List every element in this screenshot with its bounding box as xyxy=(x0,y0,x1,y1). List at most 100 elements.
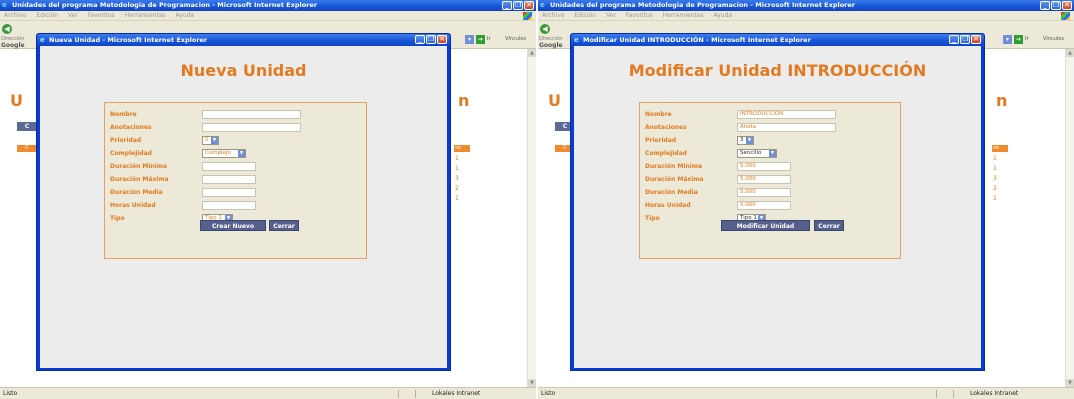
menu-edicion[interactable]: Edición xyxy=(36,12,58,19)
menu-ayuda[interactable]: Ayuda xyxy=(176,12,195,19)
label-duracion-minima: Duración Mínima xyxy=(110,163,168,170)
label-duracion-maxima: Duración Máxima xyxy=(110,176,169,183)
go-label[interactable]: Ir xyxy=(487,36,491,42)
menu-archivo[interactable]: Archivo xyxy=(4,12,26,19)
label-anotaciones: Anotaciones xyxy=(645,124,687,131)
close-button[interactable]: Cerrar xyxy=(269,220,299,231)
horas-unidad-input[interactable] xyxy=(202,201,256,210)
status-zone: Lokales Intranet xyxy=(970,390,1019,397)
menu-favoritos[interactable]: Favoritos xyxy=(88,12,115,19)
menu-herramientas[interactable]: Herramientas xyxy=(663,12,704,19)
minimize-icon[interactable]: _ xyxy=(415,35,425,44)
menu-ver[interactable]: Ver xyxy=(606,12,616,19)
bg-window-titlebar[interactable]: e Unidades del programa Metodologia de P… xyxy=(538,0,1074,11)
close-icon[interactable]: ✕ xyxy=(437,35,447,44)
popup-titlebar[interactable]: e Modificar Unidad INTRODUCCIÓN - Micros… xyxy=(571,34,984,46)
close-button[interactable]: Cerrar xyxy=(814,220,844,231)
complejidad-select[interactable]: Complejo ▼ xyxy=(202,149,246,158)
bg-button[interactable]: C xyxy=(17,122,37,131)
scroll-up-icon[interactable]: ▲ xyxy=(1066,49,1074,57)
menu-ver[interactable]: Ver xyxy=(68,12,78,19)
address-dropdown-icon[interactable]: ▾ xyxy=(1003,35,1012,44)
menu-herramientas[interactable]: Herramientas xyxy=(125,12,166,19)
windows-logo-icon xyxy=(1061,12,1070,20)
close-icon[interactable]: ✕ xyxy=(971,35,981,44)
popup-title: Modificar Unidad INTRODUCCIÓN - Microsof… xyxy=(583,36,811,44)
vertical-scrollbar[interactable]: ▲ ▼ xyxy=(1065,49,1074,387)
vertical-scrollbar[interactable]: ▲ ▼ xyxy=(527,49,536,387)
label-prioridad: Prioridad xyxy=(645,137,677,144)
anotaciones-input[interactable] xyxy=(202,123,301,132)
duracion-maxima-input[interactable] xyxy=(202,175,256,184)
screen-edit-unit: e Unidades del programa Metodologia de P… xyxy=(538,0,1074,399)
popup-window-new-unit: e Nueva Unidad - Microsoft Internet Expl… xyxy=(36,33,451,371)
links-label[interactable]: Vínculos xyxy=(505,36,526,42)
label-duracion-media: Duración Media xyxy=(110,189,163,196)
nombre-input[interactable]: INTRODUCCIÓN xyxy=(737,110,836,119)
bg-table-values: 1 1 3 2 1 xyxy=(993,155,997,202)
go-label[interactable]: Ir xyxy=(1025,36,1029,42)
anotaciones-input[interactable]: Anota xyxy=(737,123,836,132)
go-arrow-icon[interactable]: ➜ xyxy=(476,35,485,44)
chevron-down-icon[interactable]: ▼ xyxy=(769,150,776,157)
duracion-minima-input[interactable]: 5.000 xyxy=(737,162,791,171)
restore-icon[interactable]: ❐ xyxy=(960,35,970,44)
bg-table-header: C xyxy=(17,145,37,152)
nombre-input[interactable] xyxy=(202,110,301,119)
unit-form: Nombre Anotaciones Prioridad 0 ▼ Compleji… xyxy=(104,102,367,259)
menu-favoritos[interactable]: Favoritos xyxy=(626,12,653,19)
go-arrow-icon[interactable]: ➜ xyxy=(1014,35,1023,44)
menu-archivo[interactable]: Archivo xyxy=(542,12,564,19)
chevron-down-icon[interactable]: ▼ xyxy=(238,150,245,157)
scroll-down-icon[interactable]: ▼ xyxy=(1066,379,1074,387)
menu-edicion[interactable]: Edición xyxy=(574,12,596,19)
prioridad-select[interactable]: 0 ▼ xyxy=(202,136,219,145)
page-title: Modificar Unidad INTRODUCCIÓN xyxy=(628,61,927,80)
create-button[interactable]: Crear Nuevo xyxy=(200,220,266,231)
menu-ayuda[interactable]: Ayuda xyxy=(714,12,733,19)
label-horas-unidad: Horas Unidad xyxy=(645,202,691,209)
modify-button[interactable]: Modificar Unidad xyxy=(721,220,810,231)
chevron-down-icon[interactable]: ▼ xyxy=(746,137,753,144)
label-complejidad: Complejidad xyxy=(645,150,687,157)
minimize-icon[interactable]: _ xyxy=(1040,1,1050,10)
back-arrow-icon[interactable]: ◀ xyxy=(2,24,12,34)
duracion-maxima-input[interactable]: 5.000 xyxy=(737,175,791,184)
back-arrow-icon[interactable]: ◀ xyxy=(540,24,550,34)
windows-logo-icon xyxy=(523,12,532,20)
minimize-icon[interactable]: _ xyxy=(949,35,959,44)
chevron-down-icon[interactable]: ▼ xyxy=(211,137,218,144)
bg-window-titlebar[interactable]: e Unidades del programa Metodologia de P… xyxy=(0,0,536,11)
menu-bar: Archivo Edición Ver Favoritos Herramient… xyxy=(0,11,536,21)
minimize-icon[interactable]: _ xyxy=(502,1,512,10)
label-complejidad: Complejidad xyxy=(110,150,152,157)
restore-icon[interactable]: ❐ xyxy=(426,35,436,44)
ie-icon: e xyxy=(2,1,7,9)
duracion-media-input[interactable] xyxy=(202,188,256,197)
restore-icon[interactable]: ❐ xyxy=(513,1,523,10)
label-duracion-maxima: Duración Máxima xyxy=(645,176,704,183)
scroll-up-icon[interactable]: ▲ xyxy=(528,49,536,57)
label-duracion-media: Duración Media xyxy=(645,189,698,196)
bg-heading-fragment: U xyxy=(10,91,23,110)
label-tipo: Tipo xyxy=(110,215,125,222)
complejidad-select[interactable]: Sencillo ▼ xyxy=(737,149,777,158)
links-label[interactable]: Vínculos xyxy=(1043,36,1064,42)
address-dropdown-icon[interactable]: ▾ xyxy=(465,35,474,44)
close-icon[interactable]: ✕ xyxy=(524,1,534,10)
ie-icon: e xyxy=(540,1,545,9)
popup-window-edit-unit: e Modificar Unidad INTRODUCCIÓN - Micros… xyxy=(570,33,985,371)
restore-icon[interactable]: ❐ xyxy=(1051,1,1061,10)
close-icon[interactable]: ✕ xyxy=(1062,1,1072,10)
status-ready: Listo xyxy=(3,390,18,397)
label-prioridad: Prioridad xyxy=(110,137,142,144)
bg-window-title: Unidades del programa Metodologia de Pro… xyxy=(550,1,855,9)
horas-unidad-input[interactable]: 5.000 xyxy=(737,201,791,210)
scroll-down-icon[interactable]: ▼ xyxy=(528,379,536,387)
bg-table-values: 1 1 3 2 1 xyxy=(455,155,459,202)
duracion-media-input[interactable]: 5.000 xyxy=(737,188,791,197)
prioridad-select[interactable]: 3 ▼ xyxy=(737,136,754,145)
label-horas-unidad: Horas Unidad xyxy=(110,202,156,209)
duracion-minima-input[interactable] xyxy=(202,162,256,171)
popup-titlebar[interactable]: e Nueva Unidad - Microsoft Internet Expl… xyxy=(37,34,450,46)
